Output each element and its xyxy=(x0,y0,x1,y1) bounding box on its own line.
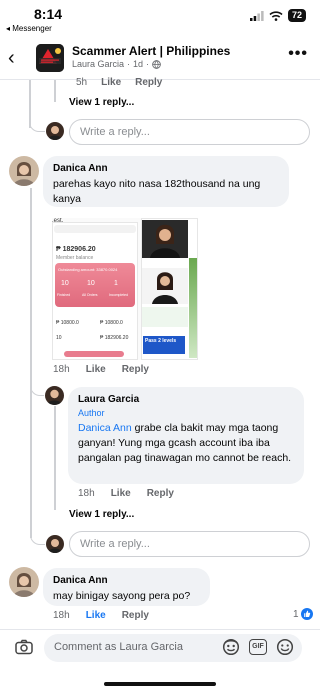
reply-text: Danica Ann grabe cla bakit may mga taong… xyxy=(78,421,294,466)
image-row-value: 10 xyxy=(56,335,62,341)
image-amount: ₱ 182906.20 xyxy=(56,246,96,253)
signal-icon xyxy=(249,10,264,21)
reaction-number: 1 xyxy=(293,608,299,620)
group-title[interactable]: Scammer Alert | Philippines xyxy=(72,44,230,58)
separator: · xyxy=(127,59,131,69)
mention-link[interactable]: Danica Ann xyxy=(78,422,132,434)
reaction-count[interactable]: 1 xyxy=(293,608,313,620)
battery-icon: 72 xyxy=(287,9,306,22)
previous-reply-meta: 5h Like Reply xyxy=(76,77,162,88)
comment-bubble: Danica Ann parehas kayo nito nasa 182tho… xyxy=(43,156,289,207)
commenter-name[interactable]: Danica Ann xyxy=(53,163,279,174)
status-time: 8:14 xyxy=(34,6,63,22)
view-replies-link[interactable]: View 1 reply... xyxy=(69,97,134,108)
post-age: 1d xyxy=(133,59,144,69)
comment-text: may binigay sayong pera po? xyxy=(53,590,191,602)
image-pink-button xyxy=(64,351,124,357)
comment-meta: 18h Like Reply xyxy=(53,610,149,621)
image-stat: 10 xyxy=(87,280,95,287)
post-author[interactable]: Laura Garcia xyxy=(72,59,124,69)
image-photo xyxy=(142,268,188,304)
post-subtitle: Laura Garcia · 1d · xyxy=(72,59,161,69)
comment-text: parehas kayo nito nasa 182thousand na un… xyxy=(53,178,261,205)
reply-button[interactable]: Reply xyxy=(147,488,174,499)
reply-time: 18h xyxy=(78,488,95,499)
image-stat: 1 xyxy=(114,280,118,287)
like-button[interactable]: Like xyxy=(86,610,106,621)
home-indicator xyxy=(104,682,216,686)
reply-bubble: Laura Garcia Author Danica Ann grabe cla… xyxy=(68,387,304,484)
image-balance-label: Member balance xyxy=(56,255,94,261)
more-options-button[interactable]: ••• xyxy=(288,46,308,62)
like-reaction-icon xyxy=(300,608,313,620)
reply-input[interactable]: Write a reply... xyxy=(69,531,310,557)
view-replies-link[interactable]: View 1 reply... xyxy=(69,509,134,520)
image-scroll-strip xyxy=(189,258,197,358)
image-photo xyxy=(142,220,188,258)
thread-connector xyxy=(30,378,44,396)
globe-icon xyxy=(152,59,161,69)
camera-icon[interactable] xyxy=(15,639,33,660)
comment-bubble: Danica Ann may binigay sayong pera po? xyxy=(43,568,210,606)
group-avatar[interactable] xyxy=(36,44,64,72)
gif-button[interactable]: GIF xyxy=(249,639,267,655)
image-stat-label: Incompleted xyxy=(109,293,129,297)
comment-time: 18h xyxy=(53,610,70,621)
image-stat-label: Finished xyxy=(57,293,71,297)
wifi-icon xyxy=(269,10,283,21)
author-avatar[interactable] xyxy=(45,386,64,405)
comment-meta: 18h Like Reply xyxy=(53,364,149,375)
comment-time: 18h xyxy=(53,364,70,375)
comment-image[interactable]: .est. ₱ 182906.20 Member balance Outstan… xyxy=(52,218,198,360)
reply-button[interactable]: Reply xyxy=(122,610,149,621)
image-stat: 10 xyxy=(61,280,69,287)
reply-input[interactable]: Write a reply... xyxy=(69,119,310,145)
author-badge: Author xyxy=(78,408,105,418)
like-button[interactable]: Like xyxy=(101,77,121,88)
image-stat-label: All Orders xyxy=(82,293,98,297)
thread-connector xyxy=(29,108,45,132)
thread-connector xyxy=(30,523,45,545)
status-icons: 72 xyxy=(249,9,306,22)
reply-button[interactable]: Reply xyxy=(122,364,149,375)
back-to-messenger-link[interactable]: ◂ Messenger xyxy=(6,24,52,33)
commenter-avatar[interactable] xyxy=(9,156,39,186)
avatar-sticker-icon[interactable] xyxy=(222,638,240,661)
commenter-name[interactable]: Danica Ann xyxy=(53,575,200,586)
like-button[interactable]: Like xyxy=(86,364,106,375)
thread-line xyxy=(54,406,56,510)
like-button[interactable]: Like xyxy=(111,488,131,499)
reply-button[interactable]: Reply xyxy=(135,77,162,88)
commenter-avatar[interactable] xyxy=(9,567,39,597)
thread-line xyxy=(54,80,56,102)
back-button[interactable]: ‹ xyxy=(8,48,28,70)
user-avatar xyxy=(46,535,64,553)
reply-meta: 18h Like Reply xyxy=(78,488,174,499)
reply-time: 5h xyxy=(76,77,88,88)
emoji-icon[interactable] xyxy=(276,638,294,661)
image-stripe-text: Pass 2 levels xyxy=(145,338,177,344)
image-pink-label: Outstanding amount: 33870.0024 xyxy=(58,267,118,272)
image-row-value: ₱ 10800.0 xyxy=(56,320,79,326)
thread-line xyxy=(30,188,32,538)
reply-author-name[interactable]: Laura Garcia xyxy=(78,394,294,405)
image-row-value: ₱ 10800.0 xyxy=(100,320,123,326)
image-address-bar xyxy=(54,225,136,233)
image-green-block xyxy=(142,307,188,327)
separator: · xyxy=(146,59,150,69)
image-row-value: ₱ 182906.20 xyxy=(100,335,129,341)
user-avatar xyxy=(46,122,64,140)
